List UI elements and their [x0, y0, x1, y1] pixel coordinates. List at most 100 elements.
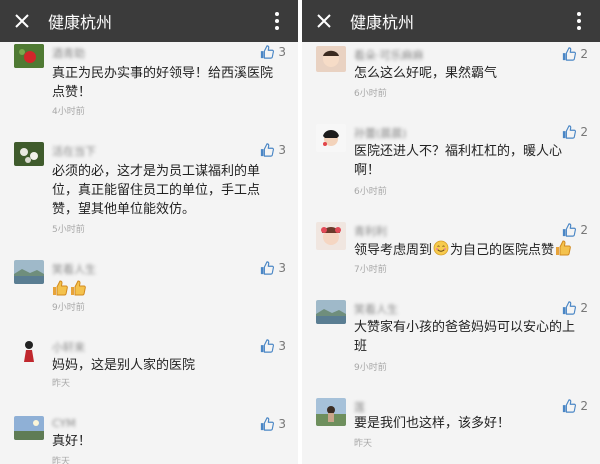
commenter-name: 孙蕾(晨晨) [354, 127, 407, 140]
thumbs-up-icon [562, 223, 576, 237]
thumbs-up-icon [562, 301, 576, 315]
thumbs-up-emoji [52, 280, 68, 296]
like-count: 3 [278, 143, 286, 157]
commenter-name: 笑看人生 [52, 263, 96, 276]
comment-item: 小轩来 妈妈，这是别人家的医院 昨天 3 [0, 336, 298, 396]
like-button[interactable]: 2 [562, 47, 588, 61]
comment-text: 怎么这么好呢，果然霸气 [354, 66, 498, 81]
like-button[interactable]: 2 [562, 301, 588, 315]
thumbs-up-icon [562, 125, 576, 139]
like-count: 2 [580, 399, 588, 413]
commenter-name: 小轩来 [52, 341, 85, 354]
thumbs-up-icon [562, 399, 576, 413]
comment-text: 真正为民办实事的好领导！给西溪医院点赞！ [52, 66, 274, 100]
left-screen: 健康杭州 酒青助 真正为民办实事的好领导！给西溪医院点赞！ 4小时前 3 活在当… [0, 0, 298, 464]
like-count: 2 [580, 47, 588, 61]
comment-time: 9小时前 [354, 363, 387, 373]
page-title: 健康杭州 [48, 13, 113, 32]
comment-time: 昨天 [354, 439, 373, 449]
top-bar: 健康杭州 [302, 0, 600, 42]
comment-text: 必须的必，这才是为员工谋福利的单位，真正能留住员工的单位，手工点赞，望其他单位能… [52, 164, 261, 217]
comment-time: 4小时前 [52, 107, 85, 117]
comment-item: 酒青助 真正为民办实事的好领导！给西溪医院点赞！ 4小时前 3 [0, 42, 298, 122]
commenter-name: 酒青助 [52, 47, 85, 60]
avatar [316, 124, 346, 152]
like-count: 2 [580, 223, 588, 237]
more-button[interactable] [262, 0, 292, 42]
comment-text: 领导考虑周到 为自己的医院点赞 [354, 240, 584, 260]
avatar [14, 338, 44, 362]
thumbs-up-emoji [70, 280, 86, 296]
avatar [316, 300, 346, 324]
comment-item: 莲 要是我们也这样，该多好！ 昨天 2 [302, 396, 600, 464]
page-title: 健康杭州 [350, 13, 415, 32]
like-count: 3 [278, 417, 286, 431]
like-count: 2 [580, 301, 588, 315]
like-button[interactable]: 2 [562, 399, 588, 413]
avatar [316, 222, 346, 250]
comment-text-part: 领导考虑周到 [354, 243, 433, 258]
thumbs-up-icon [260, 45, 274, 59]
comment-time: 昨天 [52, 379, 71, 389]
comment-item: 笑看人生 大赞家有小孩的爸爸妈妈可以安心的上班 9小时前 2 [302, 298, 600, 378]
right-screen: 健康杭州 看朵·可乐麻麻 怎么这么好呢，果然霸气 6小时前 2 孙蕾(晨晨) 医… [302, 0, 600, 464]
like-button[interactable]: 3 [260, 143, 286, 157]
close-icon [317, 14, 331, 28]
like-count: 3 [278, 261, 286, 275]
commenter-name: 莲 [354, 401, 365, 414]
like-button[interactable]: 2 [562, 223, 588, 237]
like-count: 3 [278, 339, 286, 353]
comment-text: 真好！ [52, 434, 92, 449]
avatar [14, 142, 44, 166]
more-button[interactable] [564, 0, 594, 42]
comment-text: 妈妈，这是别人家的医院 [52, 358, 196, 373]
thumbs-up-icon [260, 339, 274, 353]
like-count: 2 [580, 125, 588, 139]
commenter-name: 看朵·可乐麻麻 [354, 49, 424, 62]
thumbs-up-emoji [555, 240, 571, 256]
thumbs-up-icon [260, 261, 274, 275]
avatar [316, 46, 346, 72]
comment-text: 要是我们也这样，该多好！ [354, 416, 511, 431]
comment-item: 青利利 领导考虑周到 为自己的医院点赞 7小时前 2 [302, 220, 600, 280]
thumbs-up-icon [260, 143, 274, 157]
comment-item: 看朵·可乐麻麻 怎么这么好呢，果然霸气 6小时前 2 [302, 44, 600, 104]
like-count: 3 [278, 45, 286, 59]
comment-time: 7小时前 [354, 265, 387, 275]
commenter-name: 活在当下 [52, 145, 96, 158]
like-button[interactable]: 3 [260, 45, 286, 59]
avatar [14, 44, 44, 68]
comment-text [52, 280, 282, 300]
comment-time: 6小时前 [354, 89, 387, 99]
close-icon [15, 14, 29, 28]
comment-text: 医院还进人不？福利杠杠的，暖人心啊！ [354, 144, 563, 178]
thumbs-up-icon [260, 417, 274, 431]
commenter-name: 青利利 [354, 225, 387, 238]
like-button[interactable]: 3 [260, 261, 286, 275]
like-button[interactable]: 3 [260, 417, 286, 431]
comment-time: 6小时前 [354, 187, 387, 197]
comment-item: 活在当下 必须的必，这才是为员工谋福利的单位，真正能留住员工的单位，手工点赞，望… [0, 140, 298, 245]
commenter-name: CYM [52, 417, 76, 430]
close-button[interactable] [0, 0, 44, 42]
like-button[interactable]: 3 [260, 339, 286, 353]
comment-time: 9小时前 [52, 303, 85, 313]
avatar [14, 260, 44, 284]
more-vertical-icon [577, 12, 581, 30]
more-vertical-icon [275, 12, 279, 30]
commenter-name: 笑看人生 [354, 303, 398, 316]
comment-text-part: 为自己的医院点赞 [450, 243, 555, 258]
comment-item: 笑看人生 9小时前 3 [0, 258, 298, 318]
top-bar: 健康杭州 [0, 0, 298, 42]
thumbs-up-icon [562, 47, 576, 61]
avatar [316, 398, 346, 426]
close-button[interactable] [302, 0, 346, 42]
avatar [14, 416, 44, 440]
comment-time: 昨天 [52, 457, 71, 464]
smile-emoji [433, 240, 449, 256]
comment-time: 5小时前 [52, 225, 85, 235]
comment-item: CYM 真好！ 昨天 3 [0, 414, 298, 464]
like-button[interactable]: 2 [562, 125, 588, 139]
comment-text: 大赞家有小孩的爸爸妈妈可以安心的上班 [354, 320, 576, 354]
comment-item: 孙蕾(晨晨) 医院还进人不？福利杠杠的，暖人心啊！ 6小时前 2 [302, 122, 600, 202]
